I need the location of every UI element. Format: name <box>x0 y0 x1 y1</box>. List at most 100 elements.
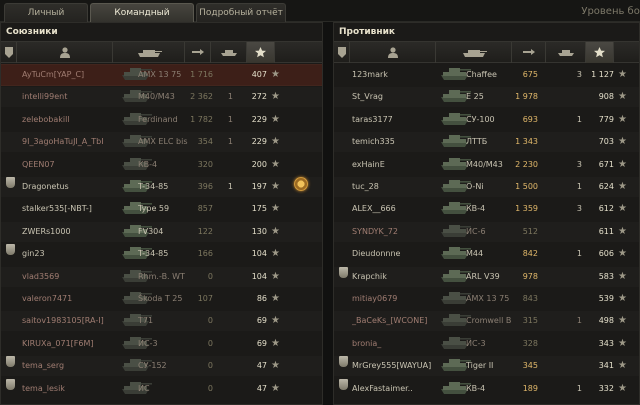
player-row[interactable]: saitov1983105[RA-I] T71 0 69 ★ <box>1 311 322 331</box>
player-name[interactable]: Dragonetus <box>22 177 122 197</box>
player-row[interactable]: intelli99ent M40/M43 2 362 1 272 ★ <box>1 87 322 107</box>
damage-column-header[interactable] <box>512 42 546 63</box>
player-name[interactable]: tema_lesik <box>22 379 122 399</box>
enemies-title: Противник <box>339 27 396 37</box>
player-name[interactable]: gin23 <box>22 244 122 264</box>
player-row[interactable]: temich335 ЛТТБ 1 343 703 ★ <box>334 132 639 152</box>
player-name[interactable]: KIRUXa_071[F6M] <box>22 334 122 354</box>
player-name[interactable]: 9I_3agoHaTuJI_A_TbI <box>22 132 122 152</box>
player-name[interactable]: Krapchik <box>352 267 440 287</box>
damage-column-header[interactable] <box>185 42 211 63</box>
player-name[interactable]: vlad3569 <box>22 267 122 287</box>
player-name[interactable]: valeron7471 <box>22 289 122 309</box>
xp-column-header[interactable] <box>586 42 614 63</box>
damage-value: 0 <box>207 316 213 326</box>
player-name[interactable]: MrGrey555[WAYUA] <box>352 356 440 376</box>
player-row[interactable]: KIRUXa_071[F6M] ИС-3 0 69 ★ <box>1 334 322 354</box>
kills-value: 1 <box>227 92 233 102</box>
player-row[interactable]: bronia_ ИС-3 328 343 ★ <box>334 334 639 354</box>
player-column-header[interactable] <box>17 42 113 63</box>
player-row[interactable]: ZWERs1000 FV304 122 130 ★ <box>1 222 322 242</box>
player-name[interactable]: ZWERs1000 <box>22 222 122 242</box>
tank-column-header[interactable] <box>436 42 512 63</box>
kills-column-header[interactable] <box>211 42 247 63</box>
player-row[interactable]: Dragonetus T-34-85 396 1 197 ★ <box>1 177 322 197</box>
damage-value: 0 <box>207 361 213 371</box>
tank-name: AMX 13 75 <box>138 70 182 79</box>
player-row[interactable]: 123mark Chaffee 675 3 1 127 ★ <box>334 65 639 85</box>
tab-personal-result[interactable]: Личный результат <box>4 3 88 36</box>
player-name[interactable]: stalker535[-NBT-] <box>22 199 122 219</box>
tab-team-result[interactable]: Командный результат <box>90 3 194 36</box>
player-name[interactable]: mitiay0679 <box>352 289 440 309</box>
player-row[interactable]: Krapchik ARL V39 978 583 ★ <box>334 266 639 287</box>
star-icon: ★ <box>271 382 280 394</box>
tank-name: Rhm.-B. WT <box>138 271 185 281</box>
player-row[interactable]: 9I_3agoHaTuJI_A_TbI AMX ELC bis 354 1 229 ★ <box>1 132 322 152</box>
damage-value: 1 978 <box>515 92 538 102</box>
player-name[interactable]: zelebobakill <box>22 110 122 130</box>
player-name[interactable]: intelli99ent <box>22 87 122 107</box>
tab-detailed-report[interactable]: Подробный отчёт <box>196 3 286 22</box>
medal-icon[interactable] <box>294 177 308 191</box>
player-name[interactable]: exHainE <box>352 155 440 175</box>
player-row[interactable]: exHainE M40/M43 2 230 3 671 ★ <box>334 155 639 175</box>
player-row[interactable]: QEEN07 КВ-4 320 200 ★ <box>1 155 322 175</box>
tank-column-header[interactable] <box>113 42 185 63</box>
kills-icon <box>220 50 237 56</box>
player-name[interactable]: AlexFastaimer.. <box>352 379 440 399</box>
player-row[interactable]: Dieudonnne M44 842 1 606 ★ <box>334 244 639 264</box>
player-name[interactable]: 123mark <box>352 65 440 85</box>
star-icon: ★ <box>271 248 280 260</box>
battle-level-label: Уровень бое <box>581 6 640 17</box>
platoon-column-header[interactable] <box>334 42 350 63</box>
player-name[interactable]: taras3177 <box>352 110 440 130</box>
player-name[interactable]: SYNDYK_72 <box>352 222 440 242</box>
damage-value: 857 <box>197 204 213 214</box>
star-icon: ★ <box>618 136 627 148</box>
damage-value: 122 <box>197 226 213 236</box>
player-name[interactable]: temich335 <box>352 132 440 152</box>
tank-name: СУ-152 <box>138 361 167 371</box>
player-name[interactable]: ALEX__666 <box>352 199 440 219</box>
player-name[interactable]: tuc_28 <box>352 177 440 197</box>
player-row[interactable]: mitiay0679 AMX 13 75 843 539 ★ <box>334 289 639 309</box>
player-name[interactable]: tema_serg <box>22 356 122 376</box>
player-name[interactable]: _BaCeKs_[WCONE] <box>352 311 440 331</box>
player-row[interactable]: tema_lesik ИС 0 47 ★ <box>1 378 322 399</box>
player-row[interactable]: valeron7471 Škoda T 25 107 86 ★ <box>1 289 322 309</box>
player-row[interactable]: stalker535[-NBT-] Type 59 857 175 ★ <box>1 199 322 219</box>
player-row[interactable]: AlexFastaimer.. КВ-4 189 1 332 ★ <box>334 378 639 399</box>
player-name[interactable]: saitov1983105[RA-I] <box>22 311 122 331</box>
star-icon: ★ <box>618 158 627 170</box>
player-row[interactable]: MrGrey555[WAYUA] Tiger II 345 341 ★ <box>334 356 639 376</box>
tank-name: M44 <box>466 249 484 259</box>
player-row[interactable]: gin23 T-34-85 166 104 ★ <box>1 244 322 264</box>
player-name[interactable]: St_Vrag <box>352 87 440 107</box>
player-row[interactable]: ALEX__666 КВ-4 1 359 3 612 ★ <box>334 199 639 219</box>
tank-name: КВ-4 <box>466 383 486 393</box>
kills-column-header[interactable] <box>546 42 586 63</box>
tank-name: КВ-4 <box>466 204 486 214</box>
player-name[interactable]: bronia_ <box>352 334 440 354</box>
platoon-column-header[interactable] <box>1 42 17 63</box>
player-row[interactable]: tema_serg СУ-152 0 47 ★ <box>1 356 322 376</box>
tank-name: O-Ni <box>466 182 484 191</box>
player-row[interactable]: taras3177 СУ-100 693 1 779 ★ <box>334 110 639 130</box>
player-name[interactable]: Dieudonnne <box>352 244 440 264</box>
player-column-header[interactable] <box>350 42 436 63</box>
star-icon: ★ <box>271 203 280 215</box>
player-row[interactable]: zelebobakill Ferdinand 1 782 1 229 ★ <box>1 110 322 130</box>
xp-column-header[interactable] <box>247 42 275 63</box>
player-row[interactable]: AyTuCm[YAP_C] AMX 13 75 1 716 407 ★ <box>1 64 322 86</box>
kills-value: 3 <box>576 70 582 79</box>
player-row[interactable]: tuc_28 O-Ni 1 500 1 624 ★ <box>334 177 639 197</box>
player-name[interactable]: AyTuCm[YAP_C] <box>22 65 122 85</box>
player-row[interactable]: SYNDYK_72 ИС-6 512 611 ★ <box>334 222 639 242</box>
damage-value: 2 230 <box>515 159 538 169</box>
player-row[interactable]: _BaCeKs_[WCONE] Cromwell B 315 1 498 ★ <box>334 311 639 331</box>
player-row[interactable]: vlad3569 Rhm.-B. WT 0 104 ★ <box>1 267 322 287</box>
damage-icon <box>522 49 535 55</box>
player-name[interactable]: QEEN07 <box>22 155 122 175</box>
player-row[interactable]: St_Vrag E 25 1 978 908 ★ <box>334 87 639 107</box>
